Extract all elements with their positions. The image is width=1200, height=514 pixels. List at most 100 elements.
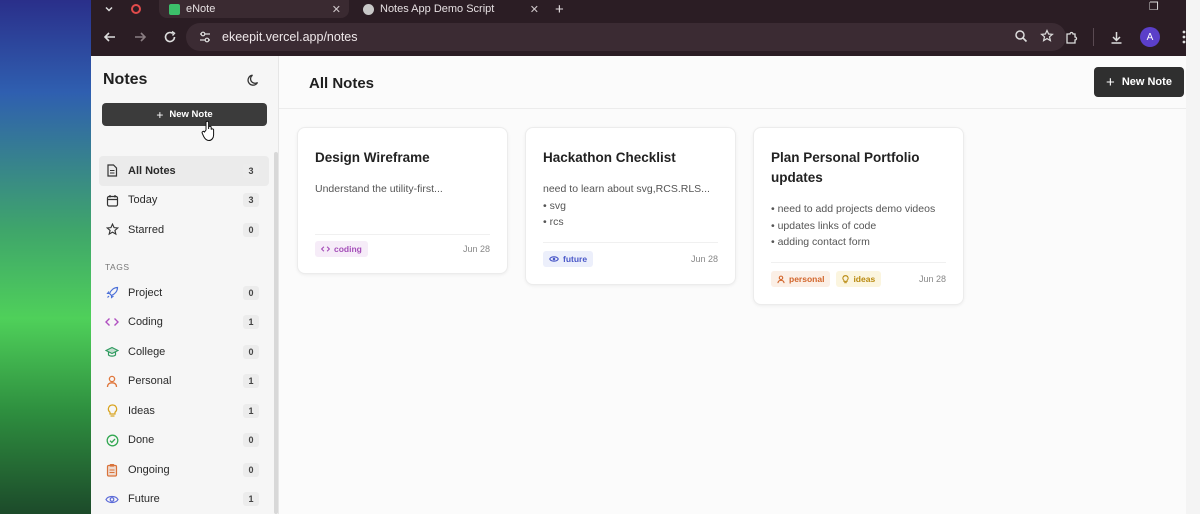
page-title: All Notes bbox=[309, 75, 375, 92]
tab-enote[interactable]: eNote ✕ bbox=[159, 0, 349, 18]
forward-button[interactable] bbox=[125, 22, 155, 52]
sidebar: Notes + New Note All Notes 3 Today 3 Sta… bbox=[91, 56, 279, 514]
tag-chip-ideas[interactable]: ideas bbox=[836, 271, 882, 287]
note-date: Jun 28 bbox=[690, 254, 718, 264]
sidebar-item-done[interactable]: Done 0 bbox=[99, 426, 269, 456]
back-button[interactable] bbox=[95, 22, 125, 52]
note-date: Jun 28 bbox=[462, 244, 490, 254]
card-divider bbox=[543, 242, 718, 243]
person-icon bbox=[105, 374, 119, 388]
count-badge: 1 bbox=[243, 403, 259, 418]
clipboard-icon bbox=[105, 463, 119, 477]
rocket-icon bbox=[105, 286, 119, 300]
sidebar-item-label: Starred bbox=[128, 223, 165, 236]
downloads-button[interactable] bbox=[1104, 22, 1128, 52]
note-line: • rcs bbox=[543, 216, 564, 228]
reload-button[interactable] bbox=[155, 22, 185, 52]
calendar-icon bbox=[105, 193, 119, 207]
tab-search-button[interactable] bbox=[97, 0, 121, 18]
plus-icon: + bbox=[156, 107, 164, 122]
tab-notes-demo-script[interactable]: Notes App Demo Script ✕ bbox=[353, 0, 547, 18]
sidebar-item-label: Personal bbox=[128, 375, 172, 388]
note-line: • adding contact form bbox=[771, 236, 870, 248]
note-card-plan-portfolio[interactable]: Plan Personal Portfolio updates • need t… bbox=[753, 127, 964, 305]
site-settings-icon[interactable] bbox=[198, 30, 212, 44]
file-icon bbox=[105, 164, 119, 178]
tag-chip-coding[interactable]: coding bbox=[315, 241, 368, 257]
download-icon bbox=[1111, 31, 1121, 44]
code-icon bbox=[105, 315, 119, 329]
sidebar-item-label: Ideas bbox=[128, 404, 155, 417]
note-title: Design Wireframe bbox=[315, 150, 430, 165]
profile-button[interactable]: A bbox=[1138, 22, 1162, 52]
note-footer: future Jun 28 bbox=[543, 250, 718, 268]
sidebar-item-ideas[interactable]: Ideas 1 bbox=[99, 396, 269, 426]
chevron-down-icon bbox=[105, 6, 113, 12]
sidebar-item-college[interactable]: College 0 bbox=[99, 337, 269, 367]
main-content: All Notes + New Note Design Wireframe Un… bbox=[279, 56, 1186, 514]
eye-icon bbox=[105, 492, 119, 506]
browser-toolbar: ekeepit.vercel.app/notes A bbox=[91, 18, 1200, 56]
restore-window-icon[interactable]: ❐ bbox=[1149, 0, 1159, 13]
arrow-left-icon bbox=[103, 32, 115, 42]
record-icon bbox=[131, 4, 141, 14]
main-header: All Notes + New Note bbox=[279, 56, 1186, 109]
sidebar-item-personal[interactable]: Personal 1 bbox=[99, 367, 269, 397]
sidebar-scrollbar[interactable] bbox=[274, 152, 278, 514]
pinned-tab[interactable] bbox=[131, 0, 151, 18]
sidebar-item-coding[interactable]: Coding 1 bbox=[99, 308, 269, 338]
close-tab-icon[interactable]: ✕ bbox=[530, 3, 539, 16]
sidebar-item-project[interactable]: Project 0 bbox=[99, 278, 269, 308]
sidebar-item-future[interactable]: Future 1 bbox=[99, 485, 269, 514]
new-note-label: New Note bbox=[169, 109, 213, 120]
zoom-search-icon[interactable] bbox=[1014, 29, 1028, 43]
sidebar-item-today[interactable]: Today 3 bbox=[99, 186, 269, 216]
moon-icon[interactable] bbox=[247, 73, 261, 87]
sidebar-item-label: Done bbox=[128, 434, 155, 447]
note-preview: need to learn about svg,RCS.RLS... • svg… bbox=[543, 181, 710, 231]
sidebar-item-label: College bbox=[128, 345, 166, 358]
tag-label: ideas bbox=[853, 274, 876, 284]
note-card-hackathon-checklist[interactable]: Hackathon Checklist need to learn about … bbox=[525, 127, 736, 285]
note-title: Plan Personal Portfolio updates bbox=[771, 150, 920, 185]
new-tab-button[interactable]: + bbox=[555, 0, 571, 18]
tag-chip-personal[interactable]: personal bbox=[771, 271, 831, 287]
note-card-design-wireframe[interactable]: Design Wireframe Understand the utility-… bbox=[297, 127, 508, 274]
note-line: Understand the utility-first... bbox=[315, 183, 443, 195]
new-note-label: New Note bbox=[1121, 76, 1172, 88]
sidebar-item-ongoing[interactable]: Ongoing 0 bbox=[99, 455, 269, 485]
note-preview: • need to add projects demo videos • upd… bbox=[771, 201, 935, 251]
sidebar-item-label: Coding bbox=[128, 316, 163, 329]
tags-heading: TAGS bbox=[105, 262, 130, 272]
tab-title: Notes App Demo Script bbox=[380, 3, 495, 15]
bookmark-star-icon[interactable] bbox=[1040, 29, 1054, 43]
tag-chip-future[interactable]: future bbox=[543, 251, 594, 267]
count-badge: 1 bbox=[243, 374, 259, 389]
arrow-right-icon bbox=[135, 32, 147, 42]
reload-icon bbox=[164, 30, 176, 43]
tag-label: coding bbox=[334, 244, 362, 254]
sidebar-title: Notes bbox=[103, 71, 148, 88]
count-badge: 3 bbox=[243, 193, 259, 208]
sidebar-item-starred[interactable]: Starred 0 bbox=[99, 215, 269, 245]
sidebar-item-label: Ongoing bbox=[128, 463, 170, 476]
extensions-button[interactable] bbox=[1059, 22, 1083, 52]
star-icon bbox=[105, 223, 119, 237]
note-date: Jun 28 bbox=[918, 274, 946, 284]
note-line: need to learn about svg,RCS.RLS... bbox=[543, 183, 710, 195]
sidebar-item-label: All Notes bbox=[128, 164, 176, 177]
note-line: • svg bbox=[543, 199, 566, 212]
sidebar-item-label: Project bbox=[128, 286, 163, 299]
plus-icon: + bbox=[1106, 73, 1115, 91]
tag-list: Project 0 Coding 1 College 0 Personal 1 … bbox=[99, 278, 269, 514]
tab-bar: eNote ✕ Notes App Demo Script ✕ + ❐ bbox=[91, 0, 1200, 18]
new-note-button[interactable]: + New Note bbox=[1094, 67, 1184, 97]
note-preview: Understand the utility-first... bbox=[315, 181, 443, 198]
sidebar-item-label: Today bbox=[128, 194, 158, 207]
address-bar[interactable]: ekeepit.vercel.app/notes bbox=[186, 23, 1066, 51]
close-tab-icon[interactable]: ✕ bbox=[332, 3, 341, 16]
sidebar-item-all-notes[interactable]: All Notes 3 bbox=[99, 156, 269, 186]
note-line: • need to add projects demo videos bbox=[771, 203, 936, 215]
new-note-button-sidebar[interactable]: + New Note bbox=[102, 103, 267, 126]
person-icon bbox=[777, 275, 785, 283]
